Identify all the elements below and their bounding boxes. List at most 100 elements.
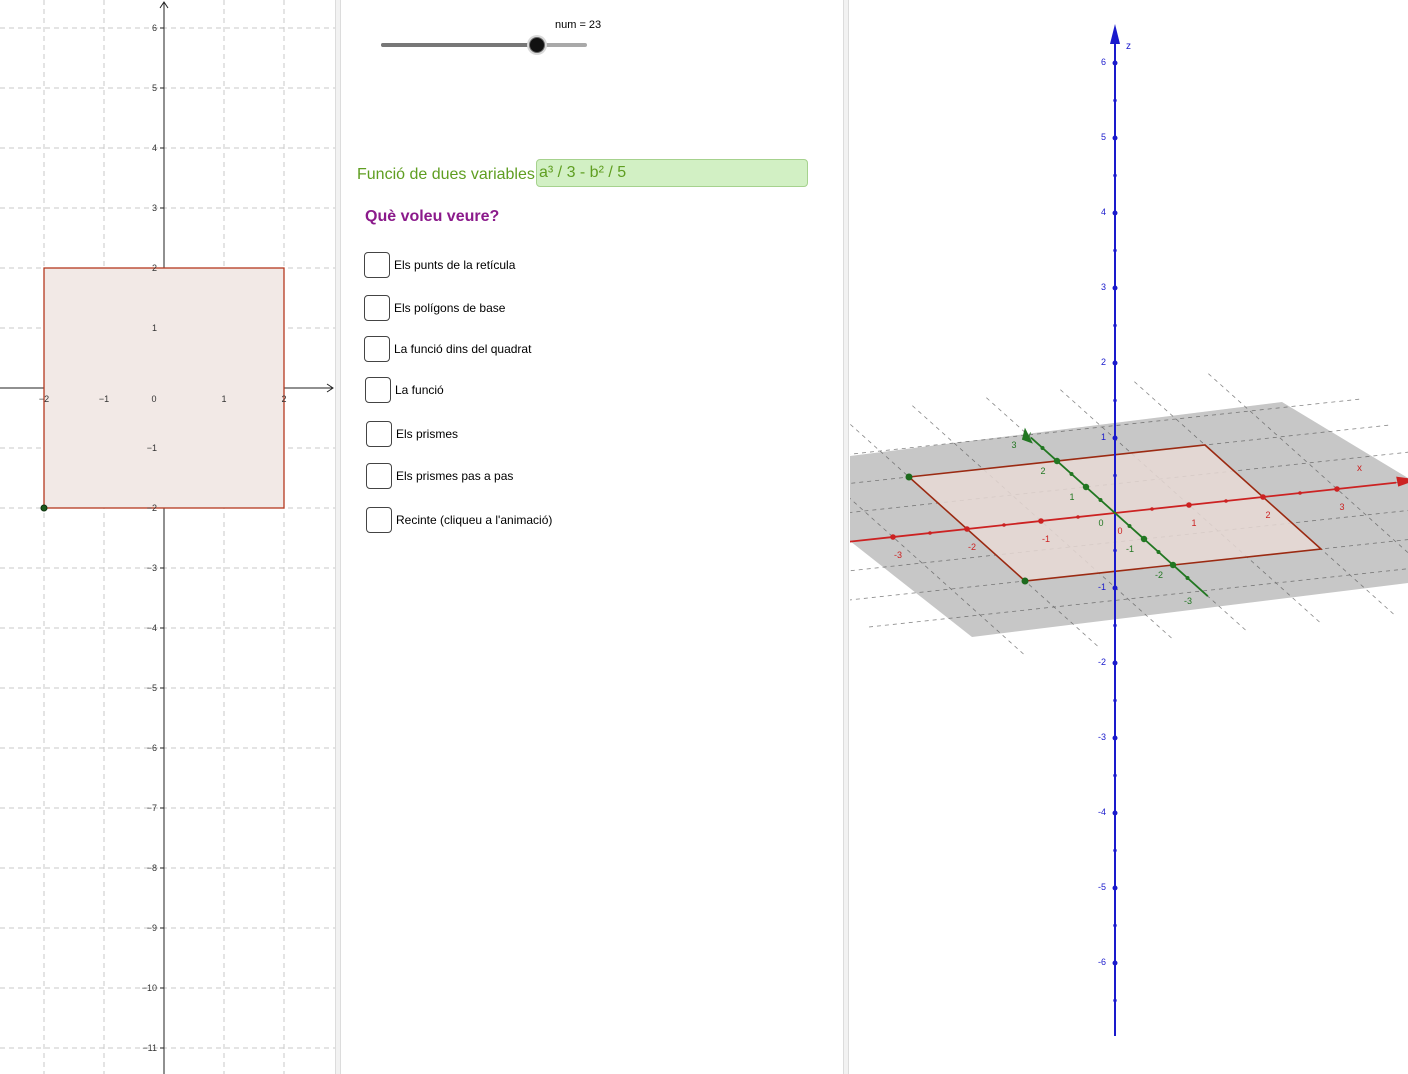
x-tick-label: 1	[1191, 518, 1196, 528]
checkbox-prisms[interactable]: Els prismes	[366, 421, 458, 447]
panel-divider[interactable]	[843, 0, 849, 1074]
z-axis-point	[1113, 173, 1117, 178]
x-axis-point	[1298, 491, 1302, 495]
checkbox-region[interactable]: Recinte (cliqueu a l'animació)	[366, 507, 552, 533]
checkbox-label: La funció	[395, 383, 444, 397]
checkbox-label: Els prismes pas a pas	[396, 469, 514, 483]
x-axis-point	[1260, 494, 1266, 500]
y-axis-point	[1127, 524, 1132, 528]
checkbox-box[interactable]	[365, 377, 391, 403]
corner-point	[1021, 577, 1029, 585]
panel-divider[interactable]	[335, 0, 341, 1074]
z-axis-point	[1113, 248, 1117, 253]
y-axis-point	[1069, 472, 1074, 476]
axes-2d	[0, 1, 334, 1074]
function-input[interactable]: a³ / 3 - b² / 5	[536, 159, 808, 187]
z-tick-label: 4	[1101, 207, 1106, 217]
y-tick-label: −2	[147, 503, 157, 513]
checkbox-box[interactable]	[364, 252, 390, 278]
z-axis-arrow	[1110, 24, 1120, 44]
z-tick-label: -1	[1098, 582, 1106, 592]
x-tick-label: 2	[281, 394, 286, 404]
checkbox-label: La funció dins del quadrat	[394, 342, 532, 356]
controls-panel: num = 23 Funció de dues variables a³ / 3…	[342, 0, 842, 1074]
graphics-2d-canvas[interactable]: −2 −1 0 1 2 6 5 4 3 2 1 −1 −2 −3 −4 −5 −…	[0, 0, 335, 1074]
x-axis-point	[928, 531, 932, 535]
z-tick-label: -3	[1098, 732, 1106, 742]
x-tick-label: -1	[1042, 534, 1050, 544]
y-axis-point	[1156, 550, 1161, 554]
slider-label: num = 23	[555, 19, 602, 31]
x-tick-label: 0	[1117, 526, 1122, 536]
y-tick-label: 1	[1069, 492, 1074, 502]
y-axis-point	[1185, 576, 1190, 580]
num-slider-handle[interactable]	[529, 37, 546, 53]
y-tick-label: -1	[1126, 544, 1134, 554]
z-tick-label: -4	[1098, 807, 1106, 817]
z-tick-label: 5	[1101, 132, 1106, 142]
graphics-view-2d[interactable]: −2 −1 0 1 2 6 5 4 3 2 1 −1 −2 −3 −4 −5 −…	[0, 0, 335, 1074]
checkbox-box[interactable]	[364, 295, 390, 321]
x-tick-label: −2	[39, 394, 49, 404]
grid-2d	[0, 0, 335, 1074]
y-tick-label: −5	[147, 683, 157, 693]
corner-point	[905, 473, 913, 481]
x-axis-point	[1224, 499, 1228, 503]
checkbox-function[interactable]: La funció	[365, 377, 444, 403]
x-tick-label: -2	[968, 542, 976, 552]
checkbox-base-polygons[interactable]: Els polígons de base	[364, 295, 505, 321]
z-axis-point	[1112, 585, 1118, 591]
x-axis-point	[1038, 518, 1044, 524]
checkbox-label: Recinte (cliqueu a l'animació)	[396, 513, 553, 527]
z-axis-point	[1113, 398, 1117, 403]
function-label: Funció de dues variables	[357, 166, 535, 183]
graphics-view-3d[interactable]: x y z 6 5 4 3 2 1 -1 -2 -3 -4 -5 -6 -3 -…	[850, 0, 1408, 1074]
x-axis-point	[1186, 502, 1192, 508]
z-tick-label: 3	[1101, 282, 1106, 292]
x-axis-label: x	[1357, 463, 1362, 474]
y-tick-label: -2	[1155, 570, 1163, 580]
z-tick-label: 2	[1101, 357, 1106, 367]
num-slider-track[interactable]	[381, 43, 587, 47]
x-axis-point	[1334, 486, 1340, 492]
question-heading: Què voleu veure?	[365, 208, 500, 225]
y-tick-label: −8	[147, 863, 157, 873]
z-axis-point	[1112, 210, 1118, 216]
y-axis-label: y	[1026, 430, 1031, 441]
checkbox-grid-points[interactable]: Els punts de la retícula	[364, 252, 515, 278]
y-tick-labels: 6 5 4 3 2 1 −1 −2 −3 −4 −5 −6 −7 −8 −9 −…	[142, 23, 157, 1053]
x-axis-point	[1002, 523, 1006, 527]
y-axis-point	[1098, 498, 1103, 502]
z-axis-point	[1112, 360, 1118, 366]
z-axis-point	[1113, 623, 1117, 628]
corner-point[interactable]	[40, 504, 48, 512]
z-axis-point	[1112, 885, 1118, 891]
z-axis-point	[1113, 998, 1117, 1003]
base-square[interactable]	[43, 267, 285, 509]
checkbox-box[interactable]	[364, 336, 390, 362]
x-tick-label: -3	[894, 550, 902, 560]
y-tick-label: −4	[147, 623, 157, 633]
y-tick-label: 3	[1011, 440, 1016, 450]
z-axis-point	[1113, 773, 1117, 778]
z-axis-point	[1113, 548, 1117, 553]
z-tick-label: 6	[1101, 57, 1106, 67]
checkbox-box[interactable]	[366, 421, 392, 447]
checkbox-label: Els punts de la retícula	[394, 258, 516, 272]
y-tick-label: 6	[152, 23, 157, 33]
y-tick-label: 2	[1040, 466, 1045, 476]
checkbox-function-in-square[interactable]: La funció dins del quadrat	[364, 336, 531, 362]
x-axis-point	[1150, 507, 1154, 511]
y-axis-point	[1169, 561, 1177, 569]
checkbox-box[interactable]	[366, 507, 392, 533]
z-axis-label: z	[1126, 41, 1131, 52]
checkbox-box[interactable]	[366, 463, 392, 489]
y-tick-label: 3	[152, 203, 157, 213]
z-tick-label: -5	[1098, 882, 1106, 892]
graphics-3d-canvas[interactable]: x y z 6 5 4 3 2 1 -1 -2 -3 -4 -5 -6 -3 -…	[850, 0, 1408, 1074]
y-axis-point	[1040, 446, 1045, 450]
checkbox-prisms-step[interactable]: Els prismes pas a pas	[366, 463, 513, 489]
y-tick-label: 1	[152, 323, 157, 333]
x-axis-point	[1076, 515, 1080, 519]
y-tick-label: −9	[147, 923, 157, 933]
